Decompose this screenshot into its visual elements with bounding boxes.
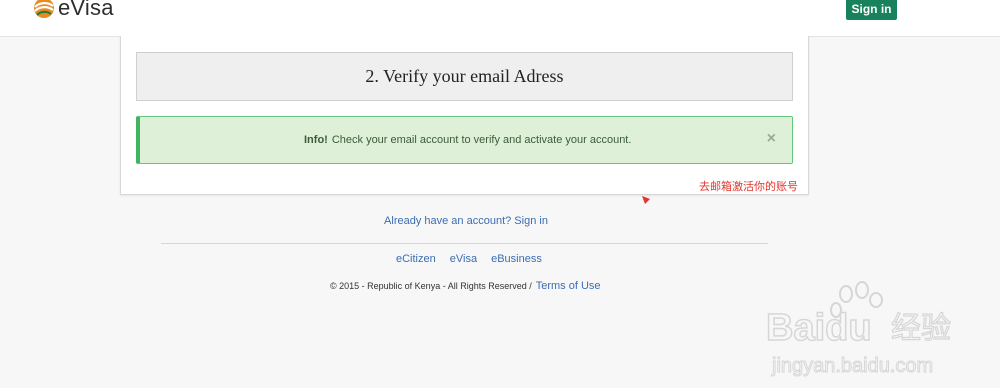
footer-link-ecitizen[interactable]: eCitizen (396, 253, 436, 265)
baidu-jingyan-watermark: Baidu 经验 jingyan.baidu.com (766, 281, 952, 378)
terms-of-use-link[interactable]: Terms of Use (536, 280, 601, 292)
annotation-text: 去邮箱激活你的账号 (699, 180, 798, 193)
copyright: © 2015 - Republic of Kenya - All Rights … (330, 280, 601, 292)
footer-links: eCitizen eVisa eBusiness (396, 253, 542, 265)
logo-text: eVisa (58, 0, 114, 20)
evisa-logo[interactable]: eVisa (32, 0, 114, 22)
alert-message: Check your email account to verify and a… (331, 134, 632, 146)
footer-divider (161, 243, 768, 244)
globe-logo-icon (34, 0, 54, 18)
sign-in-button[interactable]: Sign in (846, 0, 897, 20)
watermark-suffix: 经验 (891, 311, 951, 346)
alert-content: Info! Check your email account to verify… (304, 117, 631, 163)
top-navbar: eVisa Sign in (0, 0, 1000, 37)
red-arrow-icon (642, 196, 650, 204)
footer-link-ebusiness[interactable]: eBusiness (491, 253, 542, 265)
footer-link-evisa[interactable]: eVisa (450, 253, 477, 265)
verification-card: 2. Verify your email Adress Info! Check … (120, 36, 809, 195)
step-header: 2. Verify your email Adress (136, 52, 793, 101)
page-title: 2. Verify your email Adress (365, 66, 564, 86)
alert-label: Info! (304, 134, 328, 146)
watermark-url: jingyan.baidu.com (771, 355, 933, 377)
sign-in-link[interactable]: Already have an account? Sign in (0, 215, 932, 227)
close-icon[interactable]: × (767, 131, 776, 147)
copyright-text: © 2015 - Republic of Kenya - All Rights … (330, 281, 532, 291)
info-alert: Info! Check your email account to verify… (136, 116, 793, 164)
watermark-brand: Baidu (766, 307, 872, 349)
